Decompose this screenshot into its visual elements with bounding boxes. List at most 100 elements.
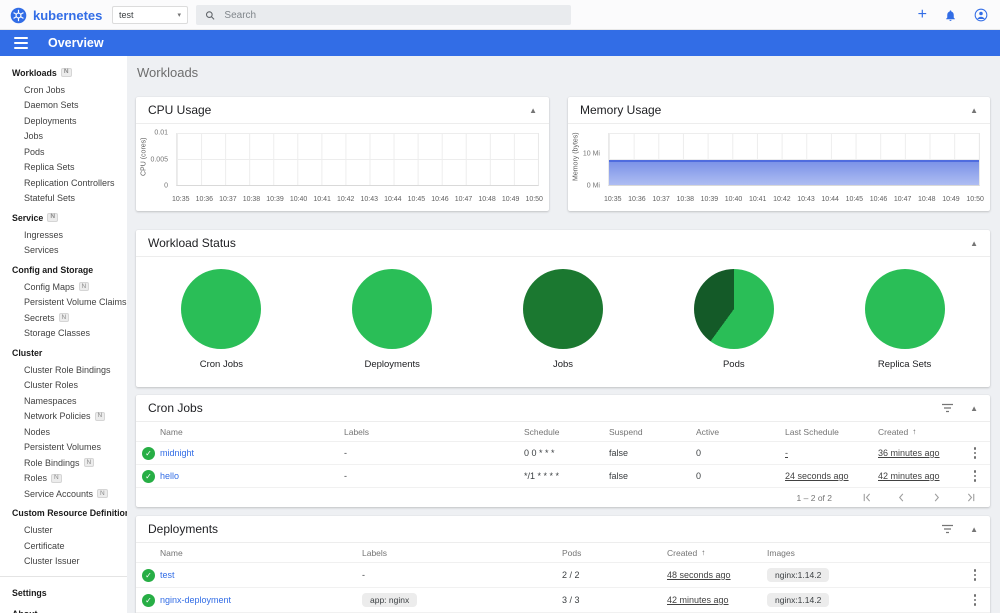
- sidebar-item-role-bindings[interactable]: Role Bindings N: [0, 455, 127, 471]
- sidebar-item-cluster-role-bindings[interactable]: Cluster Role Bindings: [0, 362, 127, 378]
- sidebar-item-deployments[interactable]: Deployments: [0, 113, 127, 129]
- sidebar-item-label: Pods: [24, 146, 45, 157]
- x-axis-tick: 10:37: [652, 196, 670, 203]
- collapse-arrow-icon[interactable]: ▲: [970, 106, 978, 115]
- workload-status-header: Workload Status ▲: [136, 230, 990, 257]
- labels-cell: -: [344, 448, 347, 458]
- col-header-suspend[interactable]: Suspend: [609, 427, 696, 437]
- sidebar-item-namespaces[interactable]: Namespaces: [0, 393, 127, 409]
- resource-name-link[interactable]: nginx-deployment: [160, 595, 362, 605]
- x-axis-tick: 10:40: [289, 196, 308, 203]
- sidebar-item-label: Config Maps: [24, 281, 75, 292]
- pagination-range: 1 – 2 of 2: [796, 492, 832, 503]
- sidebar-item-services[interactable]: Services: [0, 243, 127, 259]
- resource-name-link[interactable]: hello: [160, 471, 344, 481]
- x-axis-tick: 10:38: [676, 196, 694, 203]
- sidebar-item-ingresses[interactable]: Ingresses: [0, 227, 127, 243]
- user-profile-icon[interactable]: [974, 8, 988, 22]
- sidebar-item-cluster[interactable]: Cluster: [0, 523, 127, 539]
- resource-name-link[interactable]: test: [160, 570, 362, 580]
- sidebar-item-secrets[interactable]: Secrets N: [0, 310, 127, 326]
- sidebar-item-cluster-roles[interactable]: Cluster Roles: [0, 378, 127, 394]
- sidebar-item-cron-jobs[interactable]: Cron Jobs: [0, 82, 127, 98]
- search-input[interactable]: [224, 9, 562, 21]
- sidebar-item-service-accounts[interactable]: Service Accounts N: [0, 486, 127, 502]
- sidebar-item-persistent-volume-claims[interactable]: Persistent Volume Claims N: [0, 295, 127, 311]
- col-header-pods[interactable]: Pods: [562, 548, 667, 558]
- sidebar-item-about[interactable]: About: [0, 604, 127, 613]
- x-axis-tick: 10:49: [501, 196, 520, 203]
- header-actions: +: [918, 0, 988, 30]
- sidebar-item-custom-resource-definitions[interactable]: Custom Resource Definitions: [0, 504, 127, 523]
- col-header-labels[interactable]: Labels: [344, 427, 524, 437]
- table-row-test[interactable]: ✓ test - 2 / 2 48 seconds ago nginx:1.14…: [136, 563, 990, 588]
- menu-hamburger-icon[interactable]: [14, 37, 28, 49]
- sidebar-item-storage-classes[interactable]: Storage Classes: [0, 326, 127, 342]
- sidebar-item-replica-sets[interactable]: Replica Sets: [0, 160, 127, 176]
- sidebar-item-persistent-volumes[interactable]: Persistent Volumes: [0, 440, 127, 456]
- sidebar-item-settings[interactable]: Settings: [0, 583, 127, 602]
- namespaced-badge: N: [60, 68, 72, 77]
- first-page-button[interactable]: [862, 493, 871, 502]
- status-cell: ✓: [142, 446, 160, 460]
- deployments-card-header: Deployments ▲: [136, 516, 990, 543]
- sidebar-item-nodes[interactable]: Nodes: [0, 424, 127, 440]
- pie-label: Cron Jobs: [199, 359, 244, 370]
- sidebar-item-replication-controllers[interactable]: Replication Controllers: [0, 175, 127, 191]
- table-row-midnight[interactable]: ✓ midnight - 0 0 * * * false 0 - 36 minu…: [136, 442, 990, 465]
- cron-jobs-title: Cron Jobs: [148, 401, 203, 415]
- collapse-arrow-icon[interactable]: ▲: [529, 106, 537, 115]
- collapse-arrow-icon[interactable]: ▲: [970, 404, 978, 413]
- sidebar-item-workloads[interactable]: Workloads N: [0, 63, 127, 82]
- row-actions-kebab-button[interactable]: [960, 442, 990, 464]
- sidebar-item-service[interactable]: Service N: [0, 208, 127, 227]
- col-header-labels[interactable]: Labels: [362, 548, 562, 558]
- filter-icon[interactable]: [941, 524, 954, 534]
- sidebar-item-stateful-sets[interactable]: Stateful Sets: [0, 191, 127, 207]
- sidebar-item-label: Stateful Sets: [24, 193, 76, 204]
- sidebar-item-cluster-issuer[interactable]: Cluster Issuer: [0, 554, 127, 570]
- sidebar-item-config-maps[interactable]: Config Maps N: [0, 279, 127, 295]
- previous-page-button[interactable]: [897, 493, 906, 502]
- sort-arrow-icon: ↑: [912, 427, 917, 436]
- last-page-button[interactable]: [967, 493, 976, 502]
- x-axis-tick: 10:36: [195, 196, 214, 203]
- sidebar-item-pods[interactable]: Pods: [0, 144, 127, 160]
- search-bar[interactable]: [196, 5, 571, 25]
- sidebar-item-daemon-sets[interactable]: Daemon Sets: [0, 98, 127, 114]
- col-header-name[interactable]: Name: [160, 548, 362, 558]
- sidebar-item-cluster[interactable]: Cluster: [0, 343, 127, 362]
- sidebar-item-config-and-storage[interactable]: Config and Storage: [0, 260, 127, 279]
- workload-status-card: Workload Status ▲ Cron Jobs Deployments …: [136, 230, 990, 387]
- sidebar-item-roles[interactable]: Roles N: [0, 471, 127, 487]
- row-actions-kebab-button[interactable]: [960, 465, 990, 487]
- row-actions-kebab-button[interactable]: [960, 563, 990, 587]
- resource-name-link[interactable]: midnight: [160, 448, 344, 458]
- notifications-bell-icon[interactable]: [944, 9, 957, 22]
- namespace-value: test: [119, 10, 134, 20]
- col-header-schedule[interactable]: Schedule: [524, 427, 609, 437]
- create-resource-button[interactable]: +: [918, 7, 927, 23]
- memory-usage-area-series: [609, 160, 979, 185]
- table-row-nginx-deployment[interactable]: ✓ nginx-deployment app: nginx 3 / 3 42 m…: [136, 588, 990, 613]
- sidebar-item-certificate[interactable]: Certificate: [0, 538, 127, 554]
- x-axis-tick: 10:46: [431, 196, 449, 203]
- collapse-arrow-icon[interactable]: ▲: [970, 239, 978, 248]
- col-header-name[interactable]: Name: [160, 427, 344, 437]
- sidebar-item-jobs[interactable]: Jobs: [0, 129, 127, 145]
- col-header-created[interactable]: Created ↑: [878, 427, 960, 437]
- sidebar: Workloads N Cron Jobs Daemon Sets Deploy…: [0, 56, 127, 613]
- table-row-hello[interactable]: ✓ hello - */1 * * * * false 0 24 seconds…: [136, 465, 990, 488]
- collapse-arrow-icon[interactable]: ▲: [970, 525, 978, 534]
- col-header-last-schedule[interactable]: Last Schedule: [785, 427, 878, 437]
- row-actions-kebab-button[interactable]: [960, 588, 990, 612]
- namespace-selector[interactable]: test ▾: [112, 6, 188, 24]
- kubernetes-logo[interactable]: kubernetes: [10, 0, 102, 30]
- col-header-active[interactable]: Active: [696, 427, 785, 437]
- next-page-button[interactable]: [932, 493, 941, 502]
- cron-jobs-table-header: Name Labels Schedule Suspend Active Last…: [136, 422, 990, 442]
- col-header-images[interactable]: Images: [767, 548, 960, 558]
- sidebar-item-network-policies[interactable]: Network Policies N: [0, 409, 127, 425]
- filter-icon[interactable]: [941, 403, 954, 413]
- col-header-created[interactable]: Created ↑: [667, 548, 767, 558]
